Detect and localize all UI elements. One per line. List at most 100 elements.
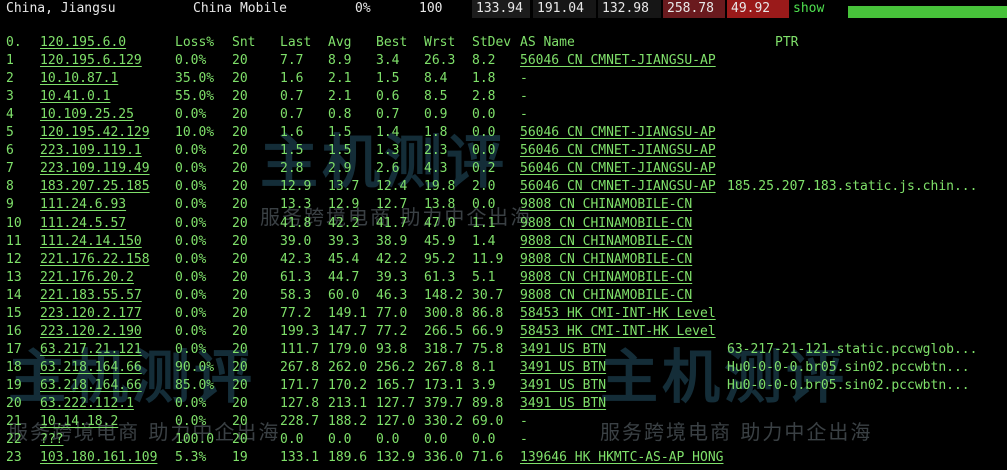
avg-value: 170.2 bbox=[328, 377, 368, 393]
worst-value: 19.8 bbox=[424, 179, 456, 195]
hop-number: 18 bbox=[6, 359, 22, 375]
hop-number: 4 bbox=[6, 107, 14, 123]
as-name: 3491 US BTN bbox=[520, 341, 607, 357]
host-address: 223.120.2.177 bbox=[40, 305, 142, 321]
loss-value: 85.0% bbox=[175, 377, 215, 393]
worst-value: 26.3 bbox=[424, 53, 456, 69]
stdev-value: 69.0 bbox=[472, 414, 504, 430]
loss-value: 0.0% bbox=[175, 305, 207, 321]
avg-value: 44.7 bbox=[328, 269, 360, 285]
hop-number: 21 bbox=[6, 414, 22, 430]
best-value: 1.5 bbox=[376, 71, 400, 87]
stdev-value: 3.9 bbox=[472, 377, 496, 393]
host-address: 221.183.55.57 bbox=[40, 287, 142, 303]
sent-value: 20 bbox=[232, 89, 248, 105]
as-name: 3491 US BTN bbox=[520, 359, 607, 375]
avg-value: 0.8 bbox=[328, 107, 352, 123]
last-value: 1.6 bbox=[280, 125, 304, 141]
host-address: 63.218.164.66 bbox=[40, 377, 142, 393]
stdev-value: 2.0 bbox=[472, 179, 496, 195]
hop-number: 20 bbox=[6, 396, 22, 411]
sent-value: 20 bbox=[232, 305, 248, 321]
sent-value: 20 bbox=[232, 161, 248, 177]
hop-number: 19 bbox=[6, 377, 22, 393]
sent-value: 20 bbox=[232, 323, 248, 339]
stdev-value: 0.2 bbox=[472, 161, 496, 177]
as-name: 9808 CN CHINAMOBILE-CN bbox=[520, 197, 693, 213]
worst-value: 95.2 bbox=[424, 251, 456, 267]
best-value: 127.0 bbox=[376, 414, 416, 430]
stdev-value: 0.0 bbox=[472, 125, 496, 141]
avg-value: 0.0 bbox=[328, 432, 352, 448]
hop-number: 12 bbox=[6, 251, 22, 267]
avg-value: 2.1 bbox=[328, 71, 352, 87]
ptr-header: PTR bbox=[775, 35, 799, 50]
loss-value: 0.0% bbox=[175, 161, 207, 177]
worst-value: 13.8 bbox=[424, 197, 456, 213]
sent-value: 20 bbox=[232, 215, 248, 231]
host-address: 63.217.21.121 bbox=[40, 341, 142, 357]
best-value: 132.9 bbox=[376, 450, 416, 466]
loss-value: 35.0% bbox=[175, 71, 215, 87]
hop-number: 16 bbox=[6, 323, 22, 339]
worst-value: 300.8 bbox=[424, 305, 464, 321]
hop-number: 3 bbox=[6, 89, 14, 105]
host-address: 10.10.87.1 bbox=[40, 71, 119, 87]
last-value: 127.8 bbox=[280, 396, 320, 411]
loss-value: 0.0% bbox=[175, 341, 207, 357]
sent-value: 19 bbox=[232, 450, 248, 466]
host-address: 111.24.14.150 bbox=[40, 233, 142, 249]
last-value: 199.3 bbox=[280, 323, 320, 339]
hop-number: 17 bbox=[6, 341, 22, 357]
worst-value: 4.3 bbox=[424, 161, 448, 177]
host-address: 63.222.112.1 bbox=[40, 396, 134, 411]
worst-value: 47.0 bbox=[424, 215, 456, 231]
stdev-value: 1.4 bbox=[472, 233, 496, 249]
best-value: 132.98 bbox=[598, 0, 661, 18]
show-link[interactable]: show bbox=[793, 1, 824, 16]
loss-value: 0.0% bbox=[175, 233, 207, 249]
sent-value: 20 bbox=[232, 396, 248, 411]
avg-value: 189.6 bbox=[328, 450, 368, 466]
sent-value: 20 bbox=[232, 53, 248, 69]
worst-value: 1.8 bbox=[424, 125, 448, 141]
as-name: 3491 US BTN bbox=[520, 396, 607, 411]
worst-value: 173.1 bbox=[424, 377, 464, 393]
avg-value: 191.04 bbox=[533, 0, 596, 18]
isp-label: China Mobile bbox=[193, 1, 287, 16]
last-value: 267.8 bbox=[280, 359, 320, 375]
best-value: 12.4 bbox=[376, 179, 408, 195]
as-name-header: AS Name bbox=[520, 35, 575, 50]
last-value: 133.94 bbox=[472, 0, 530, 18]
ptr-name: Hu0-0-0-0.br05.sin02.pccwbtn... bbox=[727, 377, 970, 393]
hop-number: 2 bbox=[6, 71, 14, 87]
loss-value: 0.0% bbox=[175, 143, 207, 159]
sent-value: 20 bbox=[232, 233, 248, 249]
loss-value: 0% bbox=[355, 1, 371, 16]
host-address: ??? bbox=[40, 432, 64, 448]
host-address: 111.24.5.57 bbox=[40, 215, 127, 231]
hop-number: 6 bbox=[6, 143, 14, 159]
sent-value: 20 bbox=[232, 269, 248, 285]
loss-value: 0.0% bbox=[175, 179, 207, 195]
as-name: - bbox=[520, 71, 528, 87]
avg-value: 2.9 bbox=[328, 161, 352, 177]
stdev-value: 0.0 bbox=[472, 432, 496, 448]
last-value: 41.8 bbox=[280, 215, 312, 231]
loss-value: 0.0% bbox=[175, 53, 207, 69]
last-value: 77.2 bbox=[280, 305, 312, 321]
sent-value: 20 bbox=[232, 287, 248, 303]
loss-value: 0.0% bbox=[175, 215, 207, 231]
sent-value: 20 bbox=[232, 179, 248, 195]
best-header: Best bbox=[376, 35, 408, 50]
best-value: 12.7 bbox=[376, 197, 408, 213]
last-value: 61.3 bbox=[280, 269, 312, 285]
worst-value: 330.2 bbox=[424, 414, 464, 430]
host-address: 10.14.18.2 bbox=[40, 414, 119, 430]
sent-value: 20 bbox=[232, 125, 248, 141]
last-value: 0.0 bbox=[280, 432, 304, 448]
avg-value: 45.4 bbox=[328, 251, 360, 267]
worst-value: 8.4 bbox=[424, 71, 448, 87]
stdev-value: 30.7 bbox=[472, 287, 504, 303]
best-value: 41.7 bbox=[376, 215, 408, 231]
